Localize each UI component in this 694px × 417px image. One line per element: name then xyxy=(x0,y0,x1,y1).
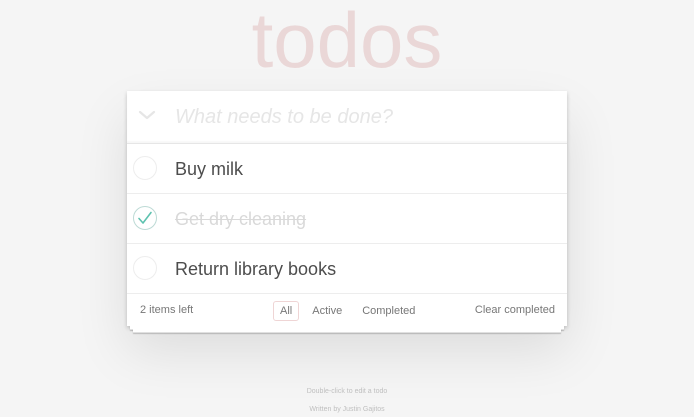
stack-shadow-layer xyxy=(133,329,561,333)
filter-all[interactable]: All xyxy=(273,301,300,321)
checkmark-icon xyxy=(138,211,152,224)
todo-item[interactable]: Get dry cleaning xyxy=(127,194,567,244)
edit-hint: Double-click to edit a todo xyxy=(306,388,388,395)
todo-footer: 2 items left All Active Completed Clear … xyxy=(127,294,567,326)
filter-active[interactable]: Active xyxy=(305,301,349,321)
todo-list: Buy milk Get dry cleaning Return library… xyxy=(127,144,567,294)
todo-label-completed[interactable]: Get dry cleaning xyxy=(175,194,306,244)
app-title: todos xyxy=(251,0,443,84)
todo-app: Buy milk Get dry cleaning Return library… xyxy=(127,91,567,326)
todo-label[interactable]: Return library books xyxy=(175,244,336,294)
todo-checkbox[interactable] xyxy=(133,156,157,180)
clear-completed-button[interactable]: Clear completed xyxy=(475,294,555,326)
new-todo-input[interactable] xyxy=(175,99,555,135)
items-left-count: 2 items left xyxy=(140,304,194,316)
filter-completed[interactable]: Completed xyxy=(355,301,422,321)
todo-label[interactable]: Buy milk xyxy=(175,144,243,194)
author-credit: Written by Justin Gajitos xyxy=(309,406,385,413)
todo-item[interactable]: Return library books xyxy=(127,244,567,294)
todo-header xyxy=(127,91,567,144)
toggle-all-chevron-down-icon[interactable] xyxy=(135,103,159,127)
todo-item[interactable]: Buy milk xyxy=(127,144,567,194)
filters: All Active Completed xyxy=(273,301,422,321)
todo-checkbox[interactable] xyxy=(133,256,157,280)
todo-checkbox-checked[interactable] xyxy=(133,206,157,230)
